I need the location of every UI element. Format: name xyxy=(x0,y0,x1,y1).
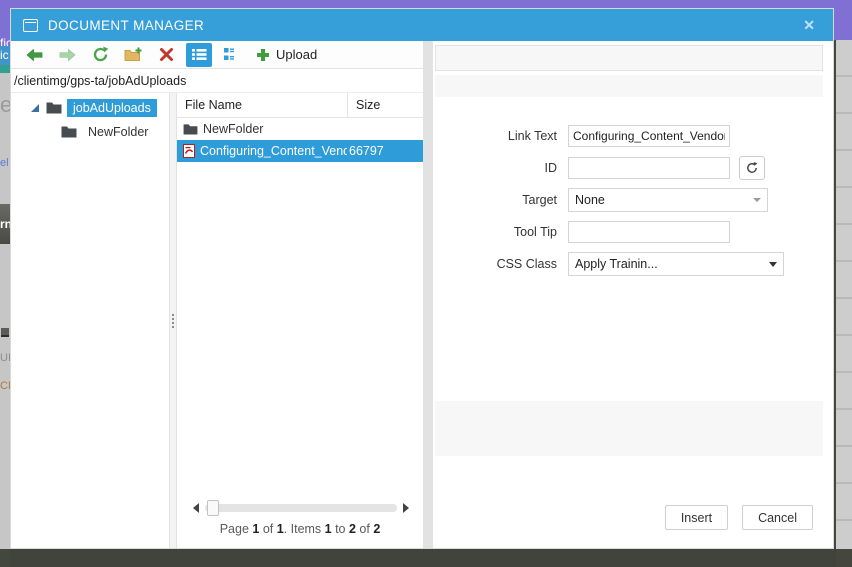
css-class-label: CSS Class xyxy=(496,257,557,271)
target-dropdown[interactable]: None xyxy=(568,188,768,212)
target-selected-value: None xyxy=(575,193,605,207)
background-page-bottom-strip xyxy=(10,549,836,567)
css-class-dropdown[interactable]: Apply Trainin... xyxy=(568,252,784,276)
bg-text-fragment: UI xyxy=(0,352,10,364)
pane-divider xyxy=(423,41,433,548)
folder-icon xyxy=(46,101,62,114)
explorer-content: jobAdUploads NewFolder File Name Size Ne… xyxy=(11,93,423,548)
id-label: ID xyxy=(544,161,558,175)
upload-button[interactable]: Upload xyxy=(256,47,317,62)
forward-icon[interactable] xyxy=(54,43,80,67)
background-page-left-strip: fic ic e el rn UI CR xyxy=(0,36,10,549)
properties-header-box xyxy=(435,45,823,71)
link-text-input[interactable] xyxy=(568,125,730,147)
column-header-size[interactable]: Size xyxy=(347,93,423,117)
file-name: NewFolder xyxy=(203,122,264,136)
tree-node-label[interactable]: NewFolder xyxy=(82,123,154,141)
file-list-header: File Name Size xyxy=(177,93,423,118)
properties-subheader-strip xyxy=(435,75,823,97)
tree-node-label[interactable]: jobAdUploads xyxy=(67,98,157,117)
list-view-icon[interactable] xyxy=(186,42,212,67)
dialog-titlebar[interactable]: DOCUMENT MANAGER ✕ xyxy=(11,9,833,41)
dialog-title: DOCUMENT MANAGER xyxy=(48,17,205,33)
explorer-toolbar: Upload xyxy=(11,41,423,69)
pane-splitter[interactable] xyxy=(169,93,177,548)
chevron-down-icon xyxy=(753,198,761,202)
file-row-newfolder[interactable]: NewFolder xyxy=(177,118,423,140)
horizontal-scrollbar[interactable] xyxy=(193,500,409,516)
chevron-down-icon xyxy=(769,261,777,267)
scrollbar-thumb[interactable] xyxy=(207,500,219,516)
file-list: File Name Size NewFolder Configuring_Con… xyxy=(177,93,423,548)
css-class-selected-value: Apply Trainin... xyxy=(575,257,658,271)
scrollbar-track[interactable] xyxy=(205,500,397,516)
tool-tip-row: Tool Tip xyxy=(435,221,823,243)
scroll-right-icon[interactable] xyxy=(403,503,409,513)
delete-icon[interactable] xyxy=(153,43,179,67)
insert-button[interactable]: Insert xyxy=(664,505,729,530)
file-list-empty-area xyxy=(177,162,423,500)
target-row: Target None xyxy=(435,188,823,212)
new-folder-icon[interactable] xyxy=(120,43,146,67)
link-text-label: Link Text xyxy=(507,129,557,143)
close-icon[interactable]: ✕ xyxy=(797,15,821,36)
bg-text-fragment: el xyxy=(0,157,9,169)
document-manager-dialog: DOCUMENT MANAGER ✕ Upload /clientimg/gps… xyxy=(10,8,834,549)
scroll-left-icon[interactable] xyxy=(193,503,199,513)
bg-text-fragment: CR xyxy=(0,380,10,392)
back-icon[interactable] xyxy=(21,43,47,67)
tree-node-newfolder[interactable]: NewFolder xyxy=(11,121,169,142)
grid-view-icon[interactable] xyxy=(219,43,245,67)
file-size: 66797 xyxy=(349,144,384,158)
background-page-right-strip xyxy=(836,40,852,549)
bg-doc-icon xyxy=(1,328,9,337)
upload-plus-icon xyxy=(257,48,269,61)
tool-tip-input[interactable] xyxy=(568,221,730,243)
bg-teal-bar xyxy=(0,65,10,73)
bg-text-fragment: rn xyxy=(0,204,10,244)
pager-status: Page 1 of 1. Items 1 to 2 of 2 xyxy=(219,522,381,536)
address-path[interactable]: /clientimg/gps-ta/jobAdUploads xyxy=(11,69,423,93)
file-name: Configuring_Content_Vendor xyxy=(200,144,347,158)
folder-icon xyxy=(183,123,198,135)
id-row: ID xyxy=(435,156,823,180)
folder-tree: jobAdUploads NewFolder xyxy=(11,93,169,548)
target-label: Target xyxy=(522,193,557,207)
tool-tip-label: Tool Tip xyxy=(513,225,557,239)
bg-text-fragment: ic xyxy=(0,46,10,65)
dialog-body: Upload /clientimg/gps-ta/jobAdUploads jo… xyxy=(11,41,833,548)
css-class-row: CSS Class Apply Trainin... xyxy=(435,252,823,276)
dialog-footer: Insert Cancel xyxy=(435,505,823,548)
bg-text-fragment: fic xyxy=(0,36,10,46)
file-explorer-pane: Upload /clientimg/gps-ta/jobAdUploads jo… xyxy=(11,41,423,548)
refresh-arrow-icon xyxy=(747,162,758,173)
cancel-button[interactable]: Cancel xyxy=(742,505,813,530)
properties-form: Link Text ID Target None xyxy=(435,125,823,285)
tree-node-jobaduploads[interactable]: jobAdUploads xyxy=(11,97,169,118)
folder-icon xyxy=(61,125,77,138)
file-row-pdf[interactable]: Configuring_Content_Vendor 66797 xyxy=(177,140,423,162)
regenerate-id-button[interactable] xyxy=(739,156,765,180)
bg-text-fragment: e xyxy=(0,92,10,117)
properties-pane: Link Text ID Target None xyxy=(433,41,833,548)
link-text-row: Link Text xyxy=(435,125,823,147)
window-icon xyxy=(23,18,38,32)
properties-lower-band xyxy=(435,401,823,456)
pdf-file-icon xyxy=(183,144,195,158)
refresh-icon[interactable] xyxy=(87,43,113,67)
expand-arrow-icon[interactable] xyxy=(31,103,39,112)
upload-label: Upload xyxy=(276,47,318,62)
id-input[interactable] xyxy=(568,157,730,179)
column-header-file-name[interactable]: File Name xyxy=(177,98,347,112)
